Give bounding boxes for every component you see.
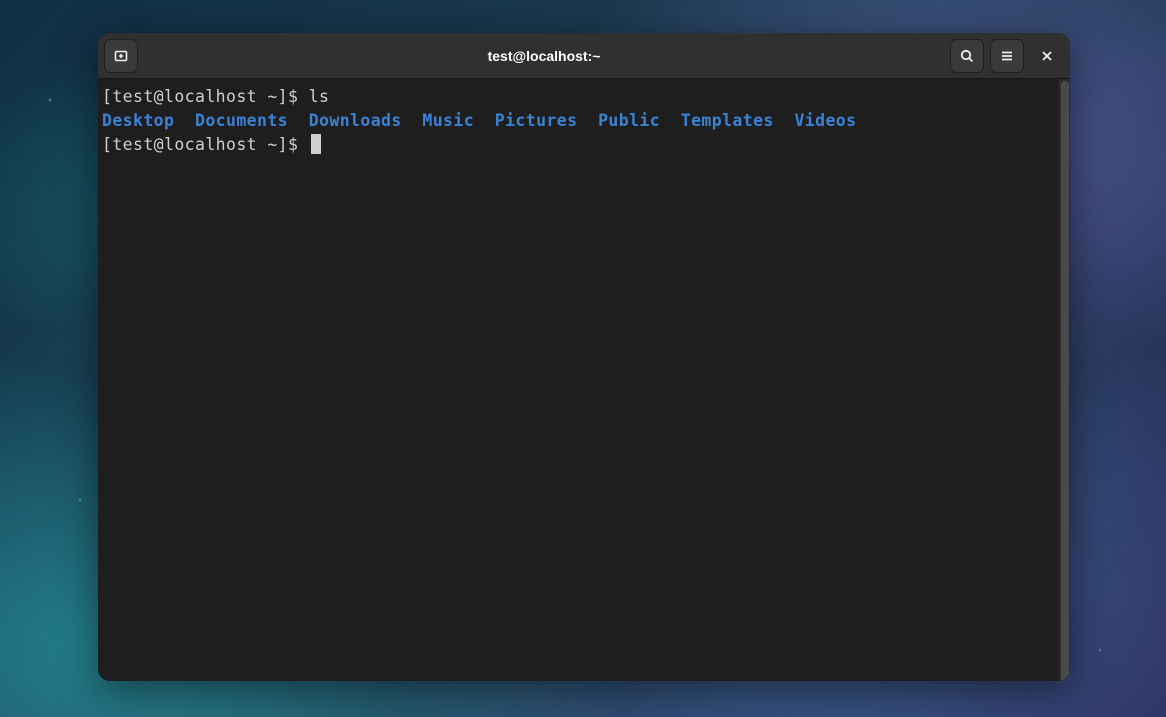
close-button[interactable] — [1030, 39, 1064, 73]
directory-item: Pictures — [495, 111, 578, 130]
new-tab-icon — [113, 48, 129, 64]
cursor — [311, 134, 321, 154]
directory-item: Public — [598, 111, 660, 130]
scrollbar[interactable] — [1058, 79, 1070, 681]
close-icon — [1040, 49, 1054, 63]
scrollbar-thumb[interactable] — [1061, 81, 1069, 681]
directory-item: Desktop — [102, 111, 174, 130]
prompt: [test@localhost ~]$ — [102, 135, 309, 154]
titlebar: test@localhost:~ — [98, 33, 1070, 79]
directory-item: Documents — [195, 111, 288, 130]
hamburger-icon — [999, 48, 1015, 64]
menu-button[interactable] — [990, 39, 1024, 73]
search-button[interactable] — [950, 39, 984, 73]
terminal-content[interactable]: [test@localhost ~]$ ls Desktop Documents… — [98, 79, 1058, 681]
directory-item: Music — [422, 111, 474, 130]
prompt: [test@localhost ~]$ — [102, 87, 309, 106]
directory-item: Downloads — [309, 111, 402, 130]
window-title: test@localhost:~ — [144, 48, 944, 64]
search-icon — [959, 48, 975, 64]
new-tab-button[interactable] — [104, 39, 138, 73]
directory-item: Templates — [681, 111, 774, 130]
terminal-body[interactable]: [test@localhost ~]$ ls Desktop Documents… — [98, 79, 1070, 681]
command-text: ls — [309, 87, 330, 106]
terminal-window: test@localhost:~ — [98, 33, 1070, 681]
directory-item: Videos — [794, 111, 856, 130]
